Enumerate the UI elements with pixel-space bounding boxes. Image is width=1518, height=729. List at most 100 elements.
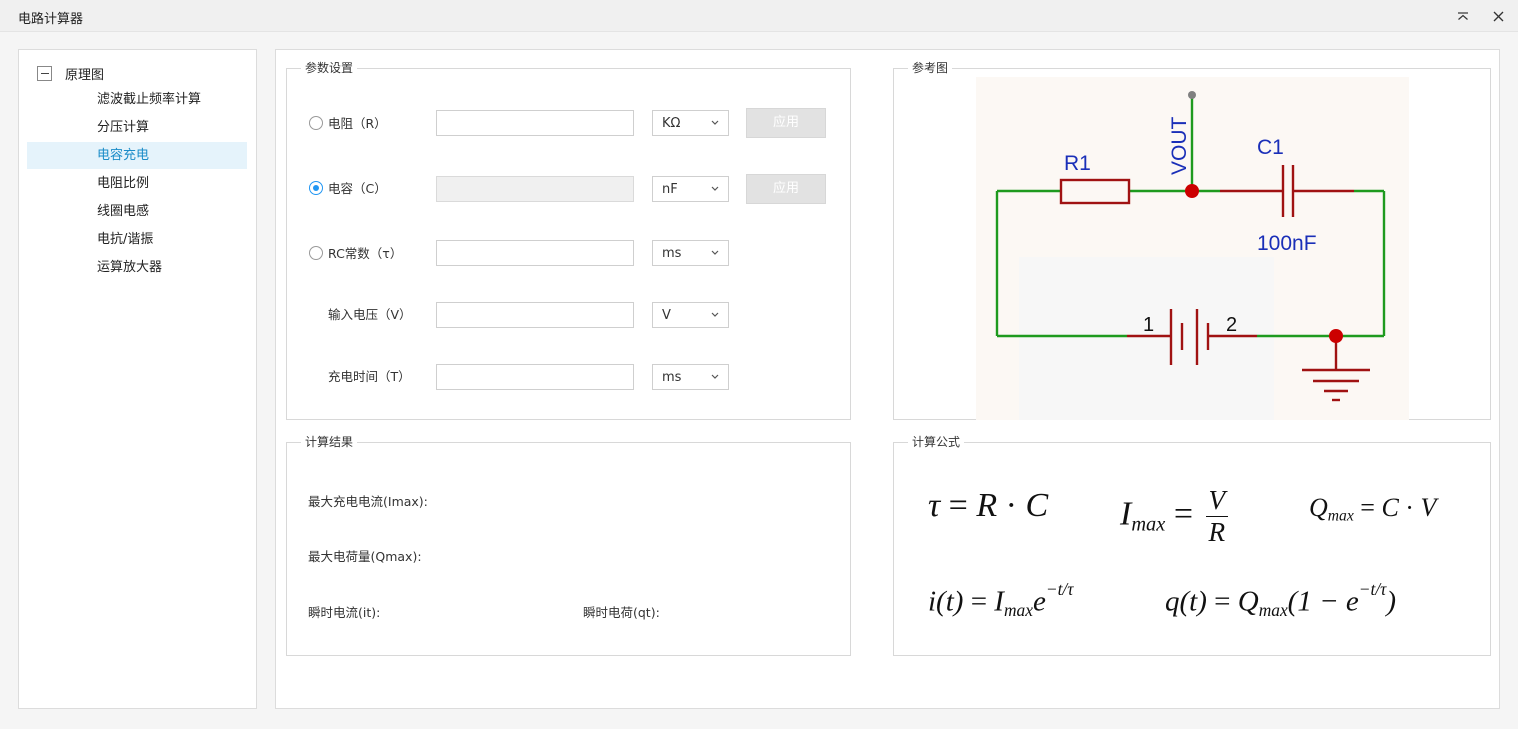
input-voltage-input[interactable]: [436, 302, 634, 328]
equals-sign: =: [970, 585, 988, 618]
chevron-down-icon: [711, 312, 719, 317]
charge-time-unit-select[interactable]: ms: [652, 364, 729, 390]
max-subscript: max: [1327, 507, 1354, 525]
capacitor-c1: [1220, 165, 1354, 217]
close-button[interactable]: [1488, 6, 1508, 26]
it-symbol: i(t): [928, 585, 964, 618]
formula-it: i(t) = Imaxe−t/τ: [928, 579, 1073, 621]
charge-time-unit-value: ms: [662, 370, 682, 385]
results-group: 计算结果 最大充电电流(Imax): 最大电荷量(Qmax): 瞬时电流(it)…: [286, 434, 851, 656]
reference-group-title: 参考图: [908, 60, 953, 76]
rc-constant-unit-select[interactable]: ms: [652, 240, 729, 266]
tree-item-filter-cutoff[interactable]: 滤波截止频率计算: [27, 86, 247, 113]
formula-qmax: Qmax = C · V: [1309, 493, 1436, 526]
c-symbol: C: [1381, 493, 1399, 522]
radio-capacitance[interactable]: [309, 181, 323, 195]
input-voltage-unit-select[interactable]: V: [652, 302, 729, 328]
equals-sign: =: [948, 487, 968, 524]
v-over-r-fraction: V R: [1205, 486, 1229, 548]
resistance-input[interactable]: [436, 110, 634, 136]
reference-group: 参考图 VOUT R1 C1 100nF 1 2: [893, 60, 1491, 420]
fraction-denominator: R: [1208, 517, 1226, 548]
main-panel: 参数设置 电阻（R） KΩ 应用 电容（C） nF 应用 RC常数（τ） ms …: [275, 49, 1500, 709]
collapse-toggle-icon[interactable]: [37, 65, 52, 81]
dot-operator: ·: [1405, 493, 1414, 522]
exponent: −t/τ: [1045, 579, 1074, 599]
params-group-title: 参数设置: [301, 60, 358, 76]
tree-item-capacitor-charging[interactable]: 电容充电: [27, 142, 247, 169]
chevron-down-icon: [711, 374, 719, 379]
open-paren: (1 −: [1287, 585, 1339, 618]
capacitance-input[interactable]: [436, 176, 634, 202]
collapse-button[interactable]: [1453, 6, 1473, 26]
c1-value-label: 100nF: [1257, 232, 1317, 255]
exponent: −t/τ: [1358, 579, 1387, 599]
ground-symbol: [1302, 336, 1370, 402]
max-subscript: max: [1258, 599, 1288, 620]
i-symbol: I: [1120, 495, 1132, 533]
rc-constant-input[interactable]: [436, 240, 634, 266]
results-group-title: 计算结果: [301, 434, 358, 450]
v-symbol: V: [1420, 493, 1437, 522]
dot-operator: ·: [1005, 487, 1017, 524]
params-group: 参数设置 电阻（R） KΩ 应用 电容（C） nF 应用 RC常数（τ） ms …: [286, 60, 851, 420]
r1-label: R1: [1064, 152, 1091, 175]
schematic-shade: [1019, 257, 1274, 420]
apply-resistance-button[interactable]: 应用: [746, 108, 826, 138]
c1-label: C1: [1257, 136, 1284, 159]
radio-resistance[interactable]: [309, 116, 323, 130]
q-symbol: Q: [1309, 493, 1328, 522]
tau-symbol: τ: [928, 487, 941, 524]
capacitance-unit-select[interactable]: nF: [652, 176, 729, 202]
vout-pin: [1188, 91, 1196, 99]
title-bar: 电路计算器: [0, 0, 1518, 32]
e-symbol: e: [1345, 585, 1359, 618]
radio-rc-constant[interactable]: [309, 246, 323, 260]
instant-charge-label: 瞬时电荷(qt):: [583, 605, 660, 620]
formula-tau: τ = R · C: [928, 487, 1048, 525]
fraction-numerator: V: [1205, 486, 1229, 518]
chevron-down-icon: [711, 250, 719, 255]
battery-pin1-label: 1: [1143, 314, 1154, 336]
qt-symbol: q(t): [1165, 585, 1207, 618]
c-symbol: C: [1025, 487, 1049, 524]
battery-pin2-label: 2: [1226, 314, 1237, 336]
ground-node: [1329, 329, 1343, 343]
tree-item-coil-inductance[interactable]: 线圈电感: [27, 198, 247, 225]
capacitance-unit-value: nF: [662, 182, 678, 197]
equals-sign: =: [1360, 493, 1375, 522]
q-symbol: Q: [1237, 585, 1259, 618]
navigation-tree: 原理图 滤波截止频率计算 分压计算 电容充电 电阻比例 线圈电感 电抗/谐振 运…: [18, 49, 257, 709]
resistor-r1: [1059, 178, 1131, 205]
apply-capacitance-button[interactable]: 应用: [746, 174, 826, 204]
rc-circuit-schematic: VOUT R1 C1 100nF 1 2: [976, 77, 1409, 420]
charge-time-label: 充电时间（T）: [328, 369, 411, 384]
formula-qt: q(t) = Qmax(1 − e−t/τ): [1165, 579, 1396, 621]
schematic-svg: VOUT R1 C1 100nF 1 2: [995, 91, 1386, 420]
input-voltage-label: 输入电压（V）: [328, 307, 412, 322]
resistance-label: 电阻（R）: [328, 116, 387, 131]
rc-constant-unit-value: ms: [662, 246, 682, 261]
tree-root-label: 原理图: [65, 67, 105, 83]
resistance-unit-value: KΩ: [662, 116, 681, 131]
tree-item-resistor-ratio[interactable]: 电阻比例: [27, 170, 247, 197]
formulas-group: 计算公式 τ = R · C Imax = V R Qmax = C · V i…: [893, 434, 1491, 656]
instant-current-label: 瞬时电流(it):: [308, 605, 381, 620]
vout-node: [1185, 184, 1199, 198]
i-symbol: I: [994, 585, 1004, 618]
capacitance-label: 电容（C）: [328, 181, 387, 196]
chevron-down-icon: [711, 186, 719, 191]
chevron-up-icon: [1458, 12, 1468, 20]
input-voltage-unit-value: V: [662, 308, 671, 323]
max-subscript: max: [1003, 599, 1033, 620]
r-symbol: R: [976, 487, 998, 524]
tree-root[interactable]: 原理图: [37, 64, 105, 83]
charge-time-input[interactable]: [436, 364, 634, 390]
tree-item-reactance-resonance[interactable]: 电抗/谐振: [27, 226, 247, 253]
tree-item-op-amp[interactable]: 运算放大器: [27, 254, 247, 281]
tree-item-voltage-divider[interactable]: 分压计算: [27, 114, 247, 141]
resistance-unit-select[interactable]: KΩ: [652, 110, 729, 136]
formulas-group-title: 计算公式: [908, 434, 965, 450]
max-charge-label: 最大电荷量(Qmax):: [308, 549, 422, 564]
window-title: 电路计算器: [18, 12, 84, 27]
